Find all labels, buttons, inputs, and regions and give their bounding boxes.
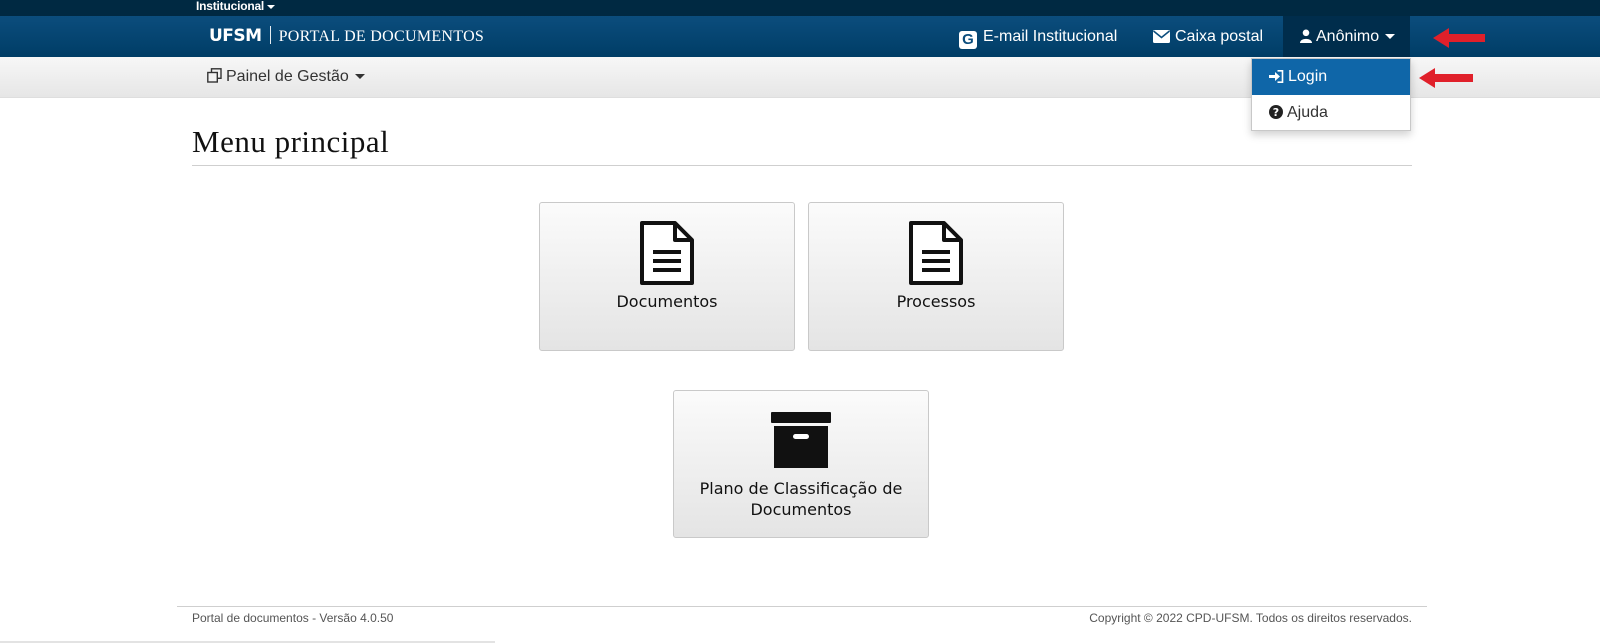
page-title: Menu principal: [192, 124, 390, 159]
painel-label: Painel de Gestão: [226, 68, 349, 85]
user-menu-button[interactable]: Anônimo: [1283, 16, 1410, 57]
annotation-arrow-right: [1419, 68, 1473, 88]
caixa-postal-link[interactable]: Caixa postal: [1153, 16, 1263, 57]
menu-item-ajuda[interactable]: ? Ajuda: [1252, 95, 1410, 131]
tile-plano-de-classificacao[interactable]: Plano de Classificação de Documentos: [673, 390, 929, 538]
document-icon: [540, 220, 794, 291]
tile-label: Plano de Classificação de Documentos: [699, 479, 903, 519]
caret-down-icon: [267, 4, 276, 9]
caixa-label: Caixa postal: [1175, 28, 1264, 45]
brand-portal: PORTAL DE DOCUMENTOS: [278, 28, 485, 45]
footer-copyright: Copyright © 2022 CPD-UFSM. Todos os dire…: [1089, 611, 1412, 625]
brand-separator: [269, 26, 271, 44]
email-label: E-mail Institucional: [983, 28, 1118, 45]
question-circle-icon: ?: [1269, 105, 1283, 119]
top-strip: Institucional: [0, 0, 1600, 16]
envelope-icon: [1153, 30, 1170, 43]
caret-down-icon: [1385, 34, 1396, 40]
institucional-menu[interactable]: Institucional: [196, 0, 276, 13]
brand-ufsm: UFSM: [209, 26, 262, 46]
sign-in-icon: [1269, 70, 1284, 83]
navbar: UFSM PORTAL DE DOCUMENTOS G E-mail Institu…: [0, 16, 1600, 57]
login-label: Login: [1288, 68, 1328, 85]
institucional-label: Institucional: [196, 0, 265, 13]
svg-text:?: ?: [1273, 106, 1279, 119]
tile-processos[interactable]: Processos: [808, 202, 1064, 351]
caret-down-icon: [354, 74, 365, 80]
clone-icon: [207, 68, 222, 83]
tile-documentos[interactable]: Documentos: [539, 202, 795, 351]
user-dropdown-menu: Login ? Ajuda: [1251, 58, 1411, 131]
google-icon: G: [959, 31, 977, 49]
document-icon: [809, 220, 1063, 291]
email-institucional-link[interactable]: G E-mail Institucional: [959, 16, 1117, 57]
footer-divider: [177, 606, 1427, 607]
annotation-arrow-right: [1433, 28, 1485, 48]
user-icon: [1300, 29, 1312, 43]
footer-version: Portal de documentos - Versão 4.0.50: [192, 611, 394, 625]
user-label: Anônimo: [1316, 28, 1380, 45]
ajuda-label: Ajuda: [1287, 104, 1328, 121]
tile-label: Documentos: [616, 292, 718, 311]
title-divider: [192, 165, 1412, 166]
painel-de-gestao-menu[interactable]: Painel de Gestão: [207, 57, 365, 97]
archive-box-icon: [674, 412, 928, 473]
tile-label: Processos: [896, 292, 976, 311]
menu-item-login[interactable]: Login: [1252, 59, 1410, 95]
brand-logo[interactable]: UFSM PORTAL DE DOCUMENTOS: [209, 26, 484, 47]
